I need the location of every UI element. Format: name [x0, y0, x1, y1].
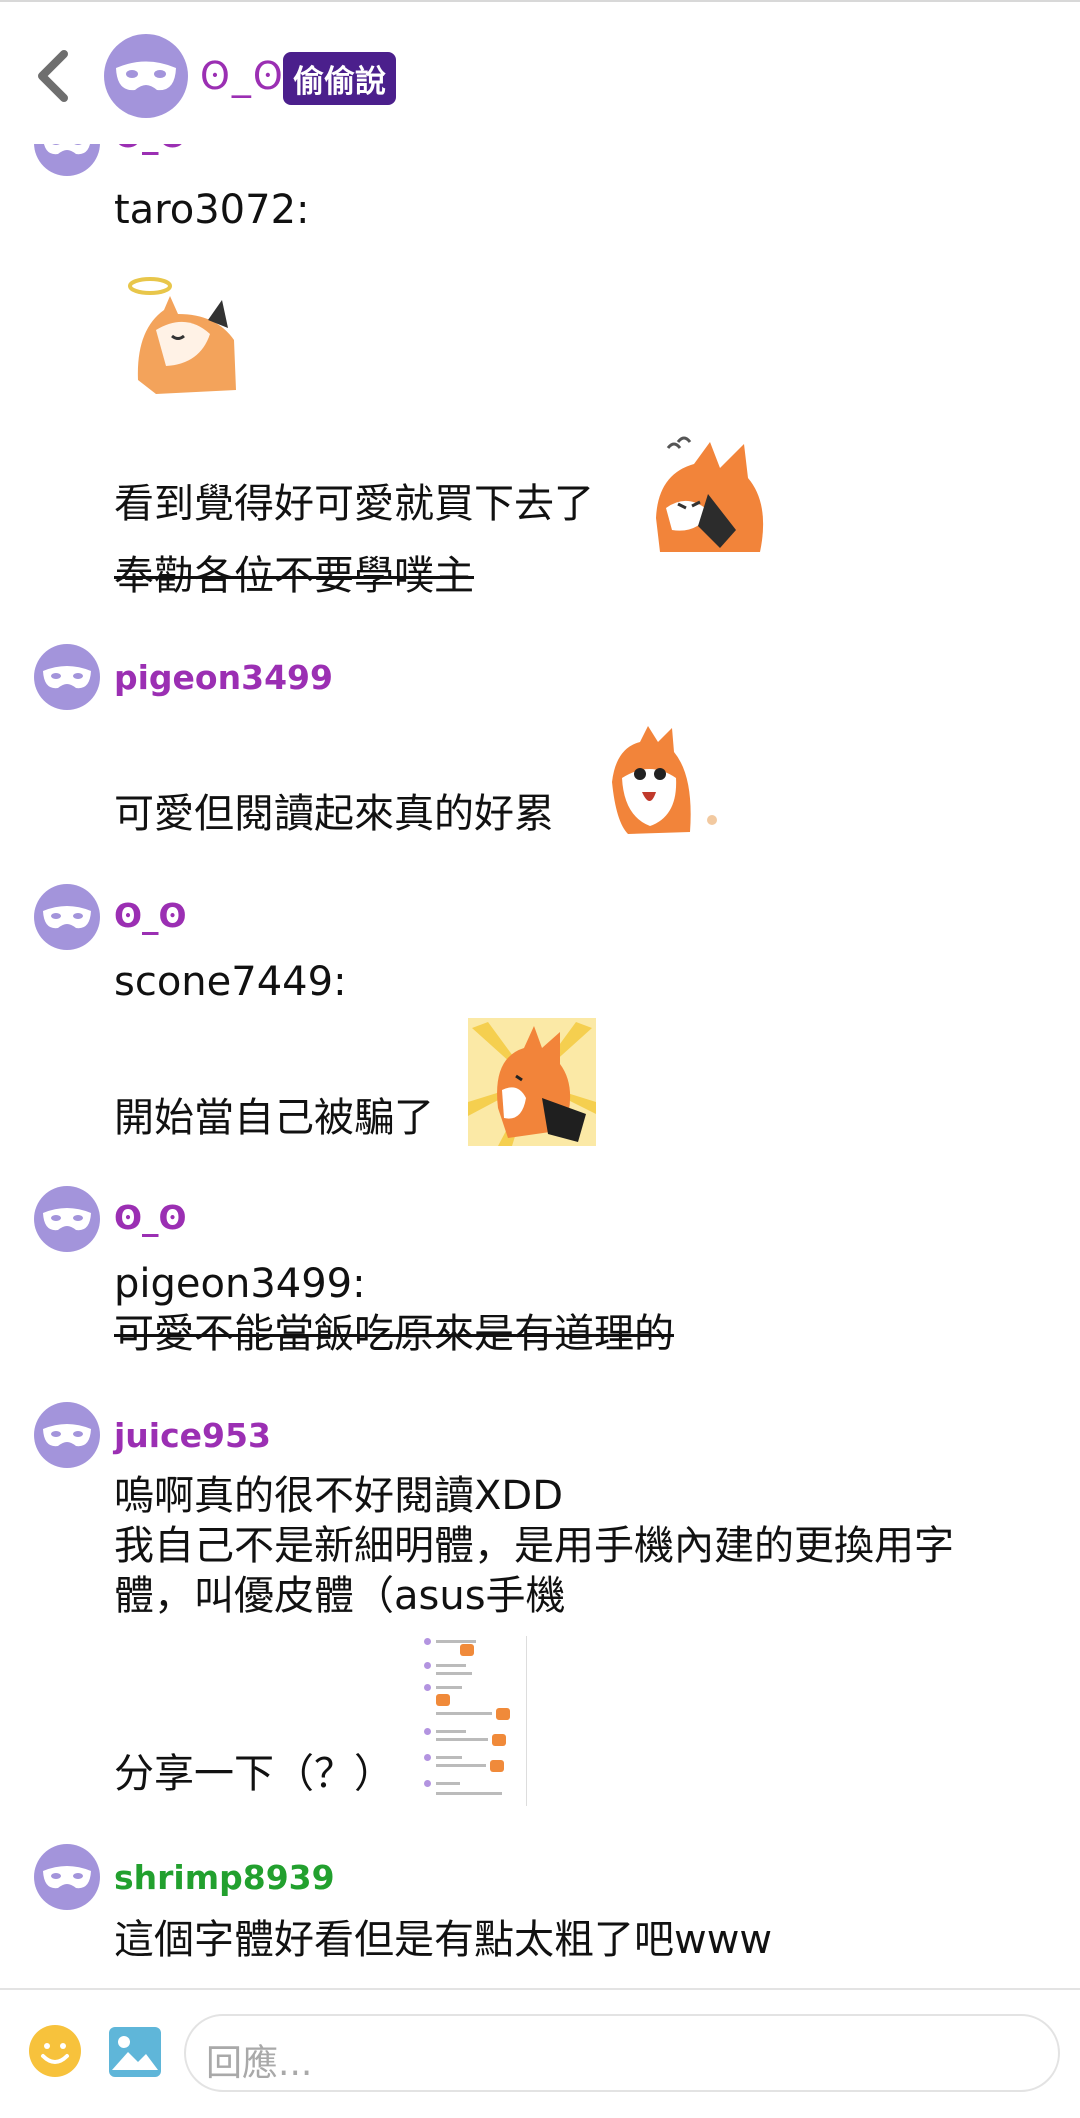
fox-shocked-sticker — [468, 1018, 596, 1146]
response-text: 可愛但閱讀起來真的好累 — [114, 791, 554, 837]
back-arrow-icon[interactable] — [30, 46, 74, 106]
fox-angel-sticker — [128, 277, 236, 394]
username[interactable]: juice953 — [114, 1416, 271, 1455]
response-text: taro3072: — [114, 187, 310, 233]
response-text: 開始當自己被騙了 — [114, 1095, 434, 1141]
fox-shy-sticker — [656, 436, 764, 552]
fox-drool-sticker — [612, 726, 717, 834]
anonymous-badge: 偷偷說 — [283, 52, 396, 105]
emoji-icon[interactable] — [28, 2024, 82, 2078]
response-input-placeholder: 回應... — [206, 2043, 313, 2084]
response-strikethrough-text: 奉勸各位不要學噗主 — [114, 553, 474, 599]
response-text: 這個字體好看但是有點太粗了吧www — [114, 1917, 773, 1963]
username[interactable]: ʘ_ʘ — [114, 1198, 187, 1237]
username[interactable]: shrimp8939 — [114, 1858, 335, 1897]
mask-avatar-icon[interactable] — [34, 1844, 100, 1910]
response-text: 分享一下（？） — [114, 1751, 394, 1797]
response-text: 我自己不是新細明體，是用手機內建的更換用字 — [114, 1523, 954, 1569]
mask-avatar-icon[interactable] — [34, 884, 100, 950]
response-strikethrough-text: 可愛不能當飯吃原來是有道理的 — [114, 1311, 674, 1357]
username[interactable]: pigeon3499 — [114, 658, 333, 697]
response-text: 看到覺得好可愛就買下去了 — [114, 481, 594, 527]
mask-avatar-icon[interactable] — [34, 1186, 100, 1252]
response-text: pigeon3499: — [114, 1261, 366, 1307]
response-text: scone7449: — [114, 959, 347, 1005]
username[interactable]: ʘ_ʘ — [114, 896, 187, 935]
plurk-response-feed[interactable]: ʘ_ʘ taro3072: 看到覺得好可愛就買下去了 奉勸各位不要學噗主 pig… — [0, 0, 1080, 1988]
mask-avatar-icon[interactable] — [34, 644, 100, 710]
mask-avatar-icon[interactable] — [104, 34, 188, 118]
poster-name[interactable]: ʘ_ʘ — [200, 54, 285, 98]
response-text: 嗚啊真的很不好閱讀XDD — [114, 1473, 564, 1519]
response-input[interactable]: 回應... — [184, 2014, 1060, 2092]
plurk-header: ʘ_ʘ 偷偷說 — [0, 0, 1080, 144]
attached-screenshot-thumbnail[interactable] — [420, 1636, 527, 1806]
response-text: 體，叫優皮體（asus手機 — [114, 1573, 566, 1619]
image-upload-icon[interactable] — [108, 2026, 162, 2078]
mask-avatar-icon[interactable] — [34, 1402, 100, 1468]
